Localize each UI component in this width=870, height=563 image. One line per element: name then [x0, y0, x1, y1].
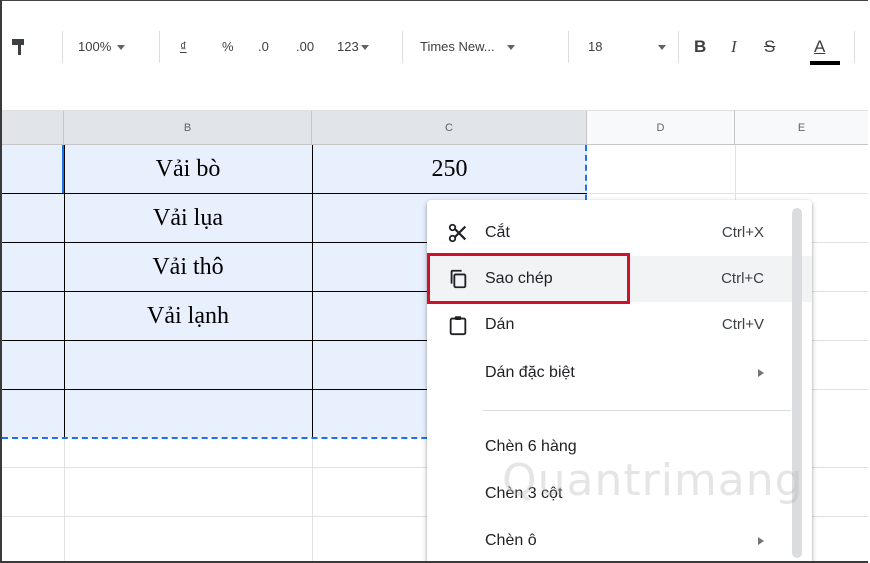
chevron-down-icon: [506, 45, 515, 51]
paint-format-icon[interactable]: [12, 39, 26, 55]
cell-c1[interactable]: 250: [312, 145, 587, 193]
column-header-c[interactable]: C: [312, 111, 587, 145]
spreadsheet-window: 100% ₫ % .0 .00 123 Times New... 18 B I …: [0, 0, 868, 563]
more-formats-label: 123: [337, 39, 359, 54]
font-family-value: Times New...: [420, 39, 495, 54]
font-family-select[interactable]: Times New...: [420, 34, 515, 60]
watermark: Quantrimang: [502, 455, 804, 506]
formula-bar[interactable]: [2, 78, 868, 111]
column-header-a[interactable]: [2, 111, 64, 145]
cell-b4[interactable]: Vải lạnh: [64, 292, 312, 340]
font-size-value: 18: [588, 39, 603, 54]
chevron-down-icon: [117, 45, 126, 51]
strikethrough-button[interactable]: S: [764, 34, 775, 60]
column-header-d[interactable]: D: [587, 111, 735, 145]
cell-b3[interactable]: Vải thô: [64, 243, 312, 291]
chevron-right-icon: [758, 369, 764, 377]
copy-highlight-annotation: [427, 253, 630, 304]
column-header-e[interactable]: E: [735, 111, 868, 145]
toolbar-divider: [62, 31, 63, 63]
menu-item-shortcut: Ctrl+C: [721, 270, 764, 287]
menu-item-shortcut: Ctrl+V: [721, 316, 764, 333]
menu-item-label: Chèn ô: [485, 532, 537, 549]
percent-format-button[interactable]: %: [222, 34, 234, 60]
bold-button[interactable]: B: [694, 34, 706, 60]
text-color-button[interactable]: A: [814, 34, 825, 60]
toolbar-divider: [402, 31, 403, 63]
chevron-right-icon: [758, 537, 764, 545]
menu-item-cut[interactable]: Cắt Ctrl+X: [427, 210, 812, 256]
scissors-icon: [448, 223, 467, 243]
italic-button[interactable]: I: [731, 34, 737, 60]
zoom-value: 100%: [78, 39, 112, 54]
clipboard-icon: [449, 316, 467, 336]
font-size-select[interactable]: 18: [588, 34, 668, 60]
cell-b2[interactable]: Vải lụa: [64, 194, 312, 242]
toolbar: 100% ₫ % .0 .00 123 Times New... 18 B I …: [2, 0, 868, 79]
menu-item-label: Dán đặc biệt: [485, 364, 575, 381]
menu-item-label: Cắt: [485, 224, 510, 241]
toolbar-divider: [854, 31, 855, 63]
menu-item-paste-special[interactable]: Dán đặc biệt: [427, 350, 812, 396]
cell-b1[interactable]: Vải bò: [64, 145, 312, 193]
menu-divider: [483, 410, 791, 411]
toolbar-divider: [678, 31, 679, 63]
chevron-down-icon: [658, 45, 666, 50]
decrease-decimal-button[interactable]: .0: [258, 34, 269, 60]
toolbar-divider: [159, 31, 160, 63]
text-color-swatch: [810, 61, 840, 65]
toolbar-divider: [568, 31, 569, 63]
menu-item-insert-cells[interactable]: Chèn ô: [427, 518, 812, 561]
increase-decimal-button[interactable]: .00: [296, 34, 314, 60]
menu-item-label: Dán: [485, 316, 515, 333]
menu-item-paste[interactable]: Dán Ctrl+V: [427, 302, 812, 348]
zoom-select[interactable]: 100%: [78, 34, 126, 60]
more-formats-button[interactable]: 123: [337, 34, 369, 60]
currency-format-button[interactable]: ₫: [180, 34, 187, 60]
menu-item-shortcut: Ctrl+X: [721, 224, 764, 241]
column-header-b[interactable]: B: [64, 111, 312, 145]
chevron-down-icon: [360, 45, 369, 51]
